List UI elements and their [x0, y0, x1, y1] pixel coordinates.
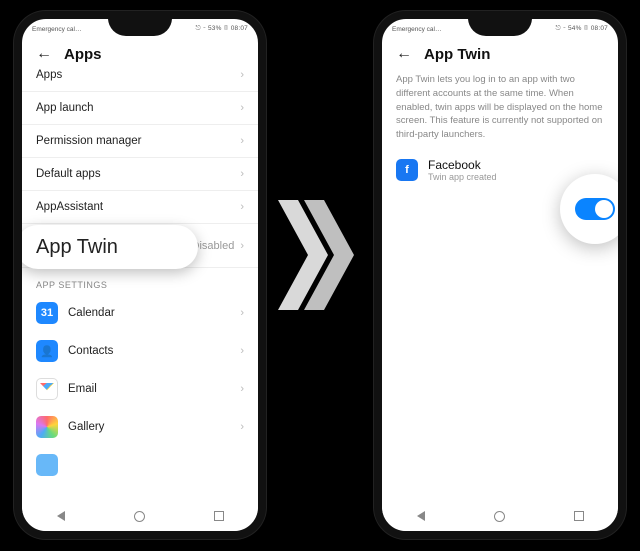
status-left: Emergency cal… — [32, 26, 82, 33]
header: ← App Twin — [382, 37, 618, 69]
settings-list[interactable]: Apps › App launch › Permission manager ›… — [22, 59, 258, 501]
nav-recent-icon[interactable] — [574, 511, 584, 521]
row-label: Apps — [36, 69, 62, 81]
row-gallery[interactable]: Gallery › — [22, 408, 258, 446]
phone-app-twin-screen: Emergency cal… ⎋ ⌁ 54% ▯ 08:07 ← App Twi… — [374, 11, 626, 539]
status-right: ⎋ ⌁ 54% ▯ 08:07 — [556, 25, 608, 33]
nav-back-icon[interactable] — [417, 511, 425, 521]
nav-home-icon[interactable] — [494, 511, 505, 522]
row-label: Contacts — [68, 345, 113, 357]
chevron-right-icon: › — [240, 421, 244, 433]
row-app-launch[interactable]: App launch › — [22, 92, 258, 125]
status-left: Emergency cal… — [392, 26, 442, 33]
transition-arrow-icon — [278, 200, 364, 310]
chevron-right-icon: › — [240, 307, 244, 319]
email-icon — [36, 378, 58, 400]
chevron-right-icon: › — [240, 135, 244, 147]
callout-label: App Twin — [36, 236, 118, 259]
app-icon — [36, 454, 58, 476]
chevron-right-icon: › — [240, 69, 244, 81]
row-label: Calendar — [68, 307, 115, 319]
row-label: Facebook — [428, 158, 497, 172]
notch — [108, 18, 172, 36]
nav-bar — [382, 501, 618, 531]
row-partial[interactable] — [22, 446, 258, 484]
section-header: APP SETTINGS — [22, 268, 258, 294]
contacts-icon: 👤 — [36, 340, 58, 362]
facebook-icon: f — [396, 159, 418, 181]
row-label: Email — [68, 383, 97, 395]
phone-apps-screen: Emergency cal… ⎋ ⌁ 53% ▯ 08:07 ← Apps Ap… — [14, 11, 266, 539]
row-calendar[interactable]: 31 Calendar › — [22, 294, 258, 332]
chevron-right-icon: › — [240, 168, 244, 180]
feature-description: App Twin lets you log in to an app with … — [382, 69, 618, 152]
nav-back-icon[interactable] — [57, 511, 65, 521]
toggle-highlight — [560, 174, 626, 244]
calendar-icon: 31 — [36, 302, 58, 324]
row-label: AppAssistant — [36, 201, 103, 213]
row-label: Permission manager — [36, 135, 141, 147]
row-text: Facebook Twin app created — [428, 158, 497, 182]
back-icon[interactable]: ← — [396, 45, 412, 63]
nav-bar — [22, 501, 258, 531]
row-apps[interactable]: Apps › — [22, 59, 258, 92]
facebook-twin-toggle[interactable] — [575, 198, 615, 220]
page-title: App Twin — [424, 46, 490, 63]
row-appassistant[interactable]: AppAssistant › — [22, 191, 258, 224]
row-permission-manager[interactable]: Permission manager › — [22, 125, 258, 158]
chevron-right-icon: › — [240, 345, 244, 357]
row-label: App launch — [36, 102, 94, 114]
nav-home-icon[interactable] — [134, 511, 145, 522]
row-subtitle: Twin app created — [428, 172, 497, 182]
app-twin-callout[interactable]: App Twin — [16, 225, 198, 269]
gallery-icon — [36, 416, 58, 438]
chevron-right-icon: › — [240, 240, 244, 252]
row-email[interactable]: Email › — [22, 370, 258, 408]
row-label: Gallery — [68, 421, 104, 433]
row-default-apps[interactable]: Default apps › — [22, 158, 258, 191]
nav-recent-icon[interactable] — [214, 511, 224, 521]
row-contacts[interactable]: 👤 Contacts › — [22, 332, 258, 370]
status-right: ⎋ ⌁ 53% ▯ 08:07 — [196, 25, 248, 33]
chevron-right-icon: › — [240, 102, 244, 114]
row-label: Default apps — [36, 168, 101, 180]
notch — [468, 18, 532, 36]
chevron-right-icon: › — [240, 383, 244, 395]
chevron-right-icon: › — [240, 201, 244, 213]
